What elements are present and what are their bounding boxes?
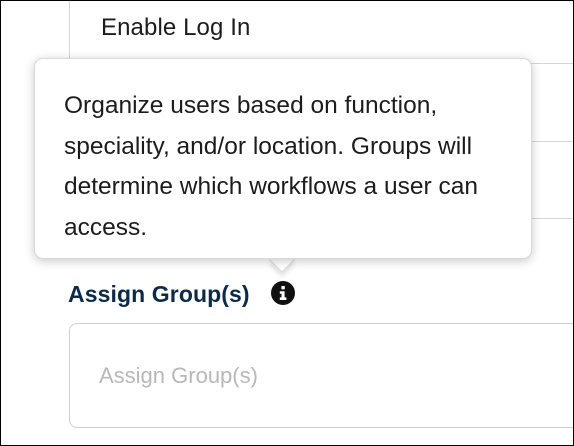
info-tooltip: Organize users based on function, specia… xyxy=(34,58,532,259)
info-icon[interactable] xyxy=(271,281,295,305)
assign-group-input[interactable] xyxy=(69,323,573,428)
enable-login-label: Enable Log In xyxy=(101,14,251,41)
info-icon-glyph xyxy=(279,286,287,300)
tooltip-arrow-cover xyxy=(263,237,303,258)
tooltip-text: Organize users based on function, specia… xyxy=(64,92,478,241)
screenshot-frame: Enable Log In Assign Group(s) Organize u… xyxy=(1,1,573,445)
assign-group-label: Assign Group(s) xyxy=(68,281,250,307)
